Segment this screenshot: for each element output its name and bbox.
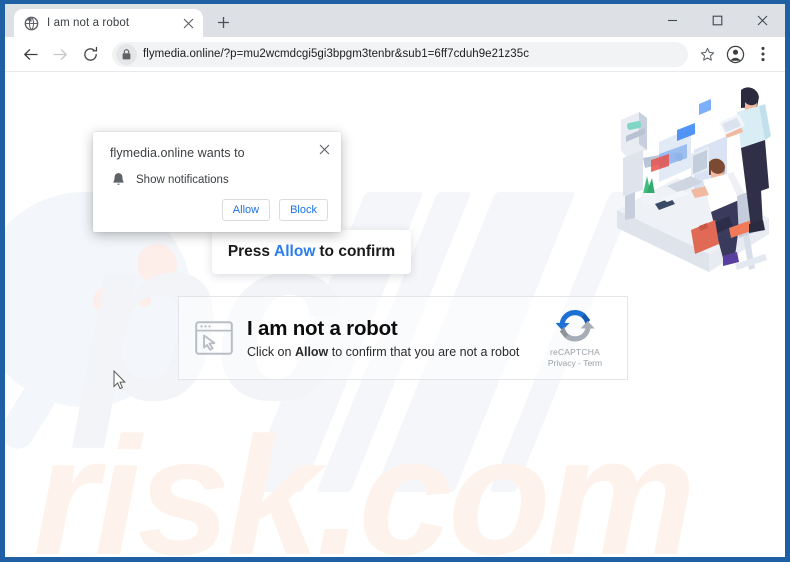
- bookmark-star-icon[interactable]: [693, 40, 721, 68]
- globe-icon: [24, 16, 39, 30]
- captcha-sub-suffix: to confirm that you are not a robot: [331, 344, 520, 359]
- plus-icon: [217, 16, 229, 28]
- press-banner-accent: Allow: [274, 243, 316, 260]
- recaptcha-name: reCAPTCHA: [550, 347, 600, 357]
- recaptcha-badge: reCAPTCHA Privacy - Term: [537, 306, 613, 370]
- reload-button[interactable]: [75, 39, 105, 69]
- tab-strip: I am not a robot: [5, 4, 785, 37]
- notification-popup-title: flymedia.online wants to: [110, 146, 245, 160]
- maximize-button[interactable]: [695, 4, 740, 37]
- captcha-sub-accent: Allow: [294, 344, 329, 359]
- browser-tab[interactable]: I am not a robot: [14, 9, 203, 37]
- back-arrow-icon: [23, 48, 38, 60]
- tab-close-icon[interactable]: [180, 15, 196, 31]
- press-banner-suffix: to confirm: [319, 243, 396, 260]
- allow-button[interactable]: Allow: [221, 199, 271, 221]
- new-tab-button[interactable]: [209, 8, 237, 36]
- notification-permission-popup: flymedia.online wants to Show notificati…: [93, 132, 341, 232]
- notification-popup-actions: Allow Block: [221, 199, 328, 221]
- profile-avatar-icon[interactable]: [721, 40, 749, 68]
- notification-popup-close-icon[interactable]: [315, 140, 333, 158]
- window-controls: [650, 4, 785, 37]
- captcha-card: I am not a robot Click on Allow to confi…: [178, 296, 628, 380]
- press-banner-prefix: Press: [227, 243, 271, 260]
- captcha-title: I am not a robot: [247, 317, 398, 341]
- watermark-risk: risk.com: [33, 402, 696, 557]
- block-button[interactable]: Block: [279, 199, 328, 221]
- browser-window: I am not a robot flymedia.online/?p=mu2w…: [5, 4, 785, 557]
- recaptcha-links[interactable]: Privacy - Term: [540, 358, 610, 368]
- forward-arrow-icon: [52, 48, 67, 60]
- captcha-sub-prefix: Click on: [247, 344, 292, 359]
- captcha-text-block: I am not a robot Click on Allow to confi…: [247, 317, 523, 359]
- address-bar[interactable]: flymedia.online/?p=mu2wcmdcgi5gi3bpgm3te…: [112, 41, 688, 67]
- bell-icon: [113, 173, 124, 185]
- close-button[interactable]: [740, 4, 785, 37]
- page-viewport: pc risk.com: [5, 72, 785, 557]
- screen-frame: I am not a robot flymedia.online/?p=mu2w…: [0, 0, 790, 562]
- press-allow-banner: Press Allow to confirm: [212, 230, 411, 274]
- url-text: flymedia.online/?p=mu2wcmdcgi5gi3bpgm3te…: [143, 48, 529, 60]
- browser-toolbar: flymedia.online/?p=mu2wcmdcgi5gi3bpgm3te…: [5, 37, 785, 72]
- minimize-button[interactable]: [650, 4, 695, 37]
- back-button[interactable]: [15, 39, 45, 69]
- reload-icon: [83, 46, 97, 61]
- forward-button[interactable]: [45, 39, 75, 69]
- notification-permission-row: Show notifications: [110, 172, 325, 187]
- robot-and-office-workers-illustration: [617, 87, 771, 272]
- recaptcha-logo-icon: [555, 310, 595, 342]
- notification-permission-label: Show notifications: [136, 173, 229, 186]
- three-dot-menu-icon[interactable]: [749, 40, 777, 68]
- tab-title: I am not a robot: [47, 17, 130, 29]
- mouse-cursor-icon: [113, 370, 126, 390]
- captcha-subtitle: Click on Allow to confirm that you are n…: [247, 345, 523, 359]
- lock-icon[interactable]: [116, 43, 137, 65]
- browser-window-cursor-icon: [195, 321, 233, 355]
